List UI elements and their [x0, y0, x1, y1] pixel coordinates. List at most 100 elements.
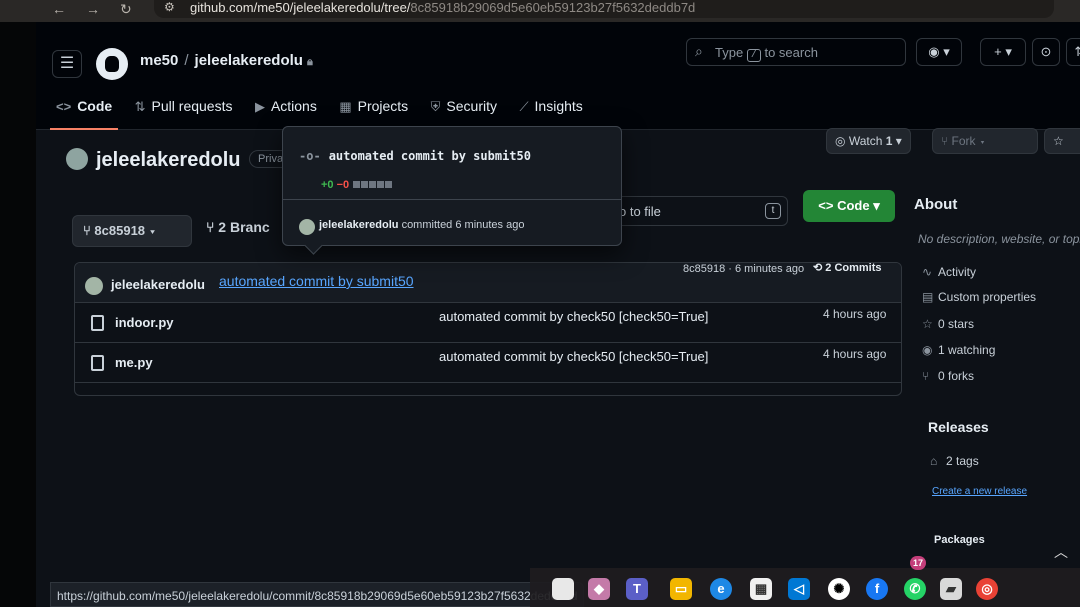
search-icon: ⌕: [695, 43, 703, 59]
site-settings-icon[interactable]: ⚙: [164, 0, 175, 14]
code-button-label: Code: [837, 198, 870, 213]
search-shortcut-key: /: [746, 49, 761, 62]
about-description: No description, website, or topi: [918, 232, 1080, 246]
code-button[interactable]: <> Code ▾: [803, 190, 895, 222]
address-bar[interactable]: ⚙ github.com/me50/jeleelakeredolu/tree/8…: [154, 0, 1054, 18]
commit-author[interactable]: jeleelakeredolu: [111, 277, 205, 292]
issues-icon[interactable]: ⊙: [1032, 38, 1060, 66]
file-name[interactable]: indoor.py: [115, 315, 174, 330]
code-icon: <>: [818, 198, 838, 213]
diffstat-box: [377, 181, 385, 188]
pull-requests-icon[interactable]: ⇅: [1066, 38, 1080, 66]
tags-link[interactable]: ⌂ 2 tags: [930, 454, 979, 468]
create-new-icon[interactable]: + ▾: [980, 38, 1026, 66]
search-input[interactable]: ⌕ Type / to search: [686, 38, 906, 66]
tab-label: Insights: [534, 98, 583, 114]
widgets-icon[interactable]: ◆: [588, 578, 610, 600]
activity-icon: ∿: [922, 265, 933, 279]
watch-button[interactable]: ◎ Watch 1 ▾: [826, 128, 911, 154]
sidebar-item-stars[interactable]: ☆ 0 stars: [922, 317, 974, 331]
breadcrumb-owner[interactable]: me50: [140, 52, 178, 69]
tab-code[interactable]: <> Code: [49, 90, 119, 130]
reload-icon[interactable]: ↻: [120, 1, 132, 18]
tab-label: Pull requests: [151, 98, 233, 114]
sidebar-item-watching[interactable]: ◉ 1 watching: [922, 343, 995, 357]
repo-tabs: <> Code ⇅ Pull requests ▶ Actions ▦ Projects…: [49, 90, 601, 130]
fork-label: Fork: [951, 134, 976, 148]
latest-commit-row: jeleelakeredolu automated commit by subm…: [75, 263, 901, 303]
hamburger-menu-icon[interactable]: ☰: [52, 50, 82, 78]
file-commit-message[interactable]: automated commit by check50 [check50=Tru…: [439, 309, 708, 324]
store-icon[interactable]: ▦: [750, 578, 772, 600]
file-commit-time: 4 hours ago: [823, 307, 887, 321]
fork-icon: ⑂: [922, 369, 930, 383]
file-explorer-icon[interactable]: ▭: [670, 578, 692, 600]
watch-label: Watch: [848, 134, 883, 148]
star-icon: ☆: [922, 317, 933, 331]
tab-actions[interactable]: ▶ Actions: [255, 90, 317, 130]
browser-toolbar: ← → ↻ ⚙ github.com/me50/jeleelakeredolu/…: [0, 0, 1080, 22]
branch-selector[interactable]: ⑂ 8c85918 ▾: [72, 215, 192, 247]
branches-link[interactable]: ⑂ 2 Branc: [206, 219, 270, 235]
search-placeholder-suffix: to search: [764, 45, 818, 60]
table-row[interactable]: me.py automated commit by check50 [check…: [75, 343, 901, 383]
play-icon: ▶: [254, 99, 265, 114]
commits-link[interactable]: ⟲ 2 Commits: [813, 262, 882, 274]
branch-name: 8c85918: [94, 223, 146, 238]
openai-icon[interactable]: ✺: [828, 578, 850, 600]
custom-properties-icon: ▤: [922, 290, 934, 304]
chevron-up-icon[interactable]: ︿: [1054, 542, 1068, 562]
avatar[interactable]: [85, 277, 103, 295]
popover-author[interactable]: jeleelakeredolu: [319, 219, 399, 231]
branch-icon: ⑂: [83, 223, 95, 238]
popover-diffstat: +0 −0: [321, 179, 393, 191]
chrome-icon[interactable]: ◎: [976, 578, 998, 600]
github-header: ☰ me50 / jeleelakeredolu 🔒︎ ⌕ Type / to sea…: [36, 22, 1080, 130]
history-icon: ⟲: [813, 262, 826, 274]
tab-insights[interactable]: ⟋ Insights: [519, 90, 582, 130]
file-commit-message[interactable]: automated commit by check50 [check50=Tru…: [439, 349, 708, 364]
create-release-link[interactable]: Create a new release: [932, 486, 1027, 497]
table-row[interactable]: indoor.py automated commit by check50 [c…: [75, 303, 901, 343]
file-commit-time: 4 hours ago: [823, 347, 887, 361]
sidebar-item-label: Custom properties: [938, 290, 1037, 304]
diffstat-box: [369, 181, 377, 188]
app-icon[interactable]: ▰: [940, 578, 962, 600]
additions-count: +0: [321, 179, 334, 191]
whatsapp-icon[interactable]: ✆: [904, 578, 926, 600]
teams-icon[interactable]: T: [626, 578, 648, 600]
sidebar-item-custom-properties[interactable]: ▤ Custom properties: [922, 290, 1036, 304]
fork-button[interactable]: ⑂ Fork ▾: [932, 128, 1038, 154]
tab-projects[interactable]: ▦ Projects: [339, 90, 408, 130]
tab-pull-requests[interactable]: ⇅ Pull requests: [135, 90, 233, 130]
copilot-icon[interactable]: ◉ ▾: [916, 38, 962, 66]
breadcrumb-repo[interactable]: jeleelakeredolu: [195, 52, 303, 69]
back-icon[interactable]: ←: [52, 1, 66, 17]
tab-label: Security: [446, 98, 497, 114]
edge-icon[interactable]: e: [710, 578, 732, 600]
forward-icon[interactable]: →: [86, 1, 100, 17]
tags-count: 2 tags: [946, 454, 979, 468]
lock-icon: 🔒︎: [306, 56, 313, 68]
commit-meta[interactable]: 8c85918 · 6 minutes ago: [683, 263, 804, 275]
commit-message-link[interactable]: automated commit by submit50: [219, 273, 414, 289]
breadcrumb: me50 / jeleelakeredolu 🔒︎: [140, 52, 313, 69]
packages-heading: Packages: [934, 534, 985, 546]
file-table: jeleelakeredolu automated commit by subm…: [74, 262, 902, 396]
sidebar-item-forks[interactable]: ⑂ 0 forks: [922, 369, 974, 383]
graph-icon: ⟋: [519, 99, 529, 114]
screen: ← → ↻ ⚙ github.com/me50/jeleelakeredolu/…: [0, 0, 1080, 607]
releases-heading[interactable]: Releases: [928, 419, 989, 435]
sidebar-item-activity[interactable]: ∿ Activity: [922, 265, 976, 279]
facebook-icon[interactable]: f: [866, 578, 888, 600]
vscode-icon[interactable]: ◁: [788, 578, 810, 600]
shield-icon: ⛨: [430, 99, 441, 114]
tab-security[interactable]: ⛨ Security: [431, 90, 497, 130]
repo-title[interactable]: jeleelakeredolu: [66, 148, 241, 172]
commits-count: 2 Commits: [825, 262, 882, 274]
star-button[interactable]: ☆: [1044, 128, 1080, 154]
file-name[interactable]: me.py: [115, 355, 153, 370]
diffstat-box: [353, 181, 361, 188]
github-logo-icon[interactable]: [96, 48, 128, 80]
start-icon[interactable]: [552, 578, 574, 600]
